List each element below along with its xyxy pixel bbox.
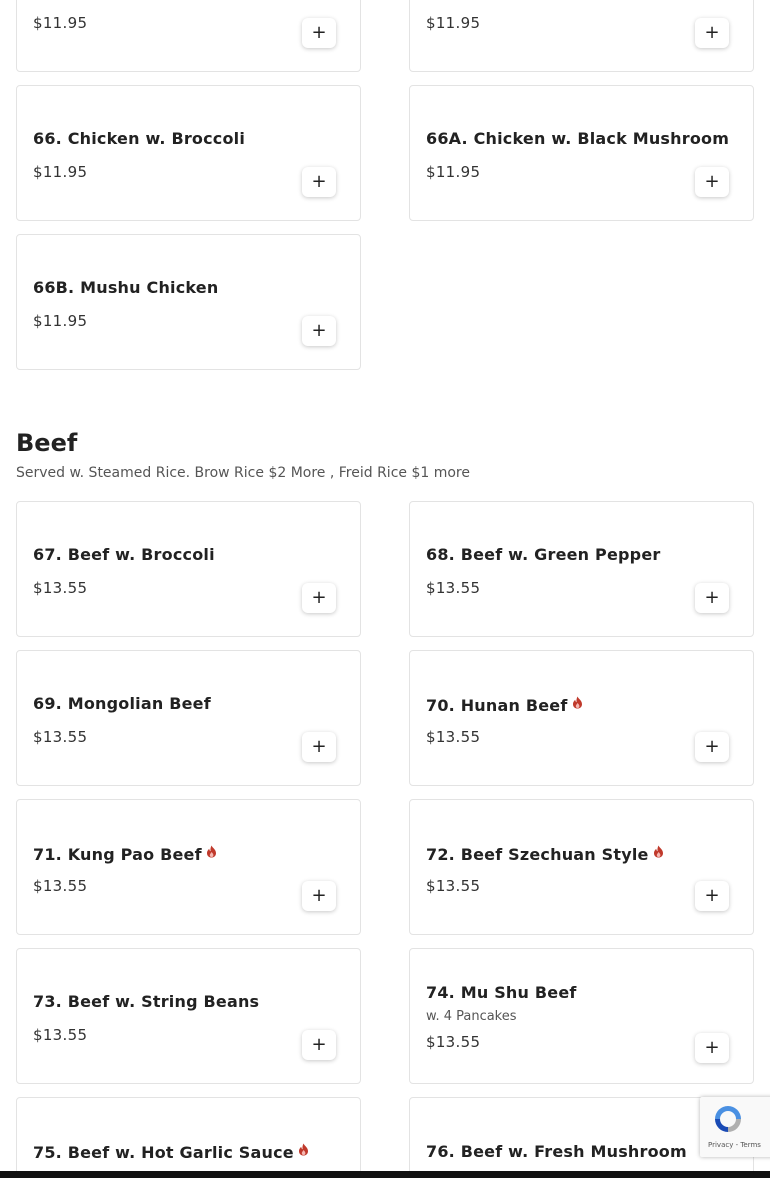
item-price: $11.95 [426, 14, 481, 32]
item-name-row: 72. Beef Szechuan Style [426, 843, 664, 864]
add-item-button[interactable]: + [695, 18, 729, 48]
menu-item-card[interactable]: 71. Kung Pao Beef $13.55 + [16, 799, 361, 935]
add-item-button[interactable]: + [302, 316, 336, 346]
flame-icon [298, 1141, 309, 1160]
item-price: $13.55 [33, 579, 88, 597]
item-price: $13.55 [426, 579, 481, 597]
recaptcha-links[interactable]: Privacy - Terms [708, 1141, 761, 1149]
item-name: 70. Hunan Beef [426, 696, 568, 715]
item-name: 75. Beef w. Hot Garlic Sauce [33, 1143, 294, 1162]
menu-item-card[interactable]: $11.95 + [16, 0, 361, 72]
item-name: 67. Beef w. Broccoli [33, 545, 215, 564]
add-item-button[interactable]: + [695, 583, 729, 613]
item-price: $11.95 [426, 163, 481, 181]
item-name: 68. Beef w. Green Pepper [426, 545, 661, 564]
add-item-button[interactable]: + [302, 881, 336, 911]
add-item-button[interactable]: + [695, 881, 729, 911]
item-name-row: 71. Kung Pao Beef [33, 843, 217, 864]
item-price: $11.95 [33, 312, 88, 330]
section-title: Beef [16, 429, 78, 457]
flame-icon [653, 843, 664, 862]
recaptcha-icon [712, 1103, 744, 1139]
item-price: $13.55 [426, 1033, 481, 1051]
item-price: $13.55 [33, 1026, 88, 1044]
item-price: $13.55 [33, 877, 88, 895]
menu-item-card[interactable]: 74. Mu Shu Beef w. 4 Pancakes $13.55 + [409, 948, 754, 1084]
item-name-row: 70. Hunan Beef [426, 694, 583, 715]
item-name-row: 75. Beef w. Hot Garlic Sauce [33, 1141, 309, 1162]
menu-item-card[interactable]: 66B. Mushu Chicken $11.95 + [16, 234, 361, 370]
menu-item-card[interactable]: 75. Beef w. Hot Garlic Sauce [16, 1097, 361, 1178]
item-price: $13.55 [33, 728, 88, 746]
menu-item-card[interactable]: 73. Beef w. String Beans $13.55 + [16, 948, 361, 1084]
section-description: Served w. Steamed Rice. Brow Rice $2 Mor… [16, 465, 470, 481]
item-name: 73. Beef w. String Beans [33, 992, 260, 1011]
add-item-button[interactable]: + [302, 583, 336, 613]
add-item-button[interactable]: + [302, 1030, 336, 1060]
item-name: 69. Mongolian Beef [33, 694, 211, 713]
add-item-button[interactable]: + [695, 167, 729, 197]
item-name: 76. Beef w. Fresh Mushroom [426, 1142, 687, 1161]
menu-item-card[interactable]: 72. Beef Szechuan Style $13.55 + [409, 799, 754, 935]
item-name: 66B. Mushu Chicken [33, 278, 219, 297]
menu-item-card[interactable]: 68. Beef w. Green Pepper $13.55 + [409, 501, 754, 637]
add-item-button[interactable]: + [695, 1033, 729, 1063]
flame-icon [206, 843, 217, 862]
add-item-button[interactable]: + [695, 732, 729, 762]
item-price: $11.95 [33, 163, 88, 181]
menu-item-card[interactable]: $11.95 + [409, 0, 754, 72]
item-name: 74. Mu Shu Beef [426, 983, 577, 1002]
menu-item-card[interactable]: 66. Chicken w. Broccoli $11.95 + [16, 85, 361, 221]
bottom-bar [0, 1171, 770, 1178]
menu-item-card[interactable]: 66A. Chicken w. Black Mushroom $11.95 + [409, 85, 754, 221]
item-description: w. 4 Pancakes [426, 1009, 517, 1024]
item-price: $13.55 [426, 728, 481, 746]
item-name: 71. Kung Pao Beef [33, 845, 202, 864]
add-item-button[interactable]: + [302, 732, 336, 762]
add-item-button[interactable]: + [302, 167, 336, 197]
flame-icon [572, 694, 583, 713]
item-name: 72. Beef Szechuan Style [426, 845, 649, 864]
item-price: $11.95 [33, 14, 88, 32]
item-name: 66A. Chicken w. Black Mushroom [426, 129, 730, 148]
item-name: 66. Chicken w. Broccoli [33, 129, 246, 148]
item-price: $13.55 [426, 877, 481, 895]
add-item-button[interactable]: + [302, 18, 336, 48]
menu-item-card[interactable]: 67. Beef w. Broccoli $13.55 + [16, 501, 361, 637]
recaptcha-badge[interactable]: Privacy - Terms [700, 1097, 770, 1157]
menu-item-card[interactable]: 70. Hunan Beef $13.55 + [409, 650, 754, 786]
menu-item-card[interactable]: 69. Mongolian Beef $13.55 + [16, 650, 361, 786]
